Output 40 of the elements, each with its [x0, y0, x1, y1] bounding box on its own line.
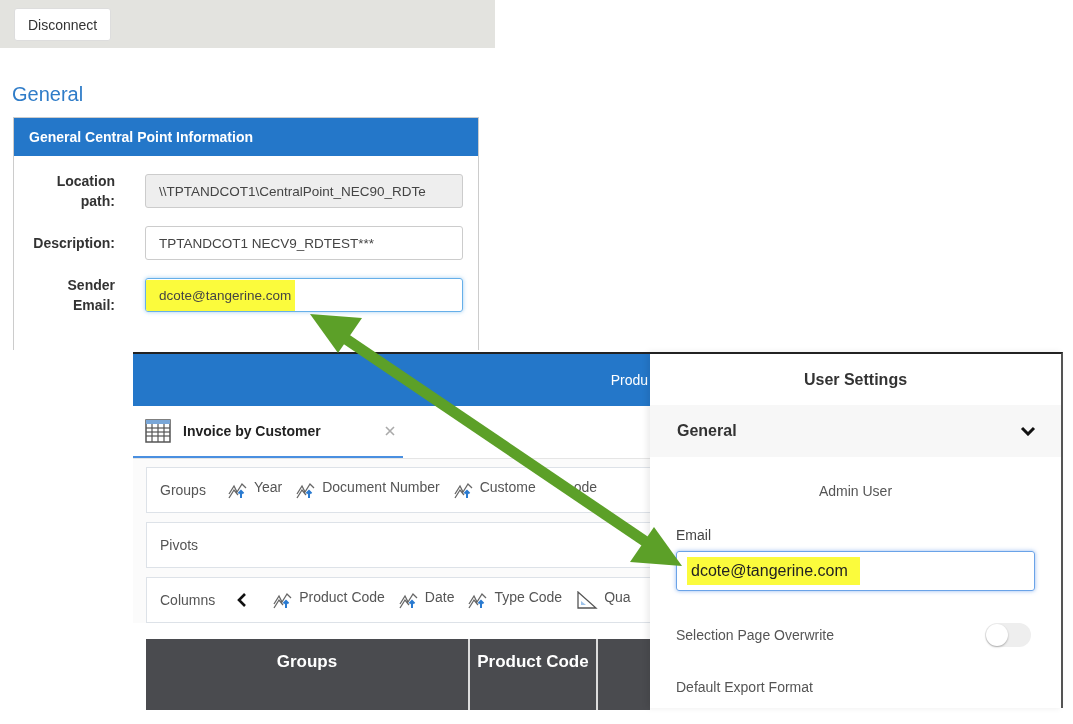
- field-chip[interactable]: Product Code: [273, 591, 385, 609]
- table-icon: [145, 419, 171, 443]
- dimension-icon: [453, 481, 474, 499]
- field-chip[interactable]: Document Number: [296, 481, 440, 499]
- section-header[interactable]: General: [650, 405, 1061, 457]
- field-label: Location path:: [55, 172, 115, 211]
- field-chip[interactable]: Custome: [453, 481, 536, 499]
- dimension-icon: [398, 591, 419, 609]
- column-header: Product Code: [470, 639, 598, 710]
- shelf-label: Pivots: [160, 537, 199, 553]
- dimension-icon: [273, 591, 294, 609]
- email-field[interactable]: dcote@tangerine.com: [676, 551, 1035, 591]
- field-chip[interactable]: Date: [398, 591, 455, 609]
- field-label: Sender Email:: [66, 276, 115, 315]
- dimension-icon: [296, 481, 317, 499]
- dimension-icon: [227, 481, 248, 499]
- dimension-icon: [468, 591, 489, 609]
- shelf-label: Groups: [160, 482, 206, 498]
- chevron-left-icon[interactable]: [237, 593, 248, 607]
- text-field[interactable]: dcote@tangerine.com: [145, 278, 463, 312]
- disconnect-button[interactable]: Disconnect: [14, 8, 112, 41]
- shelf-label: Columns: [160, 592, 216, 608]
- setting-label: Selection Page Overwrite: [676, 627, 834, 643]
- field-label: Email: [676, 527, 712, 543]
- close-icon[interactable]: [385, 426, 395, 436]
- toggle-switch[interactable]: [985, 623, 1031, 647]
- field-chip[interactable]: Type Code: [468, 591, 563, 609]
- app-title: Produ: [610, 372, 648, 388]
- section-title: General: [12, 82, 85, 106]
- user-name: Admin User: [817, 483, 894, 499]
- ruler-triangle-icon: [576, 591, 599, 609]
- field-chip[interactable]: Qua: [576, 591, 631, 609]
- field-label: Description:: [33, 234, 115, 253]
- setting-label: Default Export Format: [676, 679, 814, 695]
- card-header: General Central Point Information: [14, 118, 478, 156]
- panel-title: User Settings: [802, 370, 909, 390]
- column-header: Groups: [146, 639, 470, 710]
- chevron-down-icon: [1020, 426, 1036, 436]
- text-field[interactable]: TPTANDCOT1 NECV9_RDTEST***: [145, 226, 463, 260]
- field-chip[interactable]: Year: [227, 481, 283, 499]
